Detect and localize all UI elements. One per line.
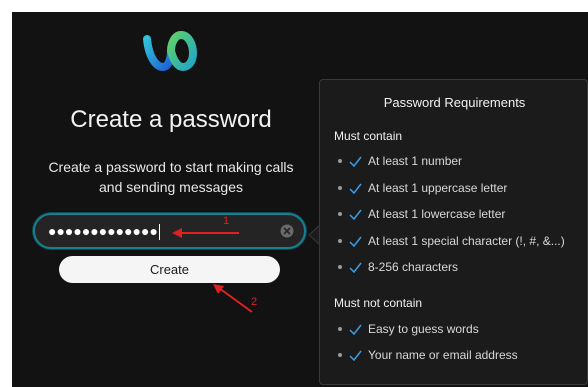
page-title: Create a password xyxy=(70,106,272,133)
requirement-item: At least 1 special character (!, #, &...… xyxy=(338,232,586,250)
check-icon xyxy=(349,324,362,335)
must-not-contain-heading: Must not contain xyxy=(334,296,423,310)
requirement-text: At least 1 special character (!, #, &...… xyxy=(368,234,565,248)
check-icon xyxy=(349,183,362,194)
password-value: ●●●●●●●●●●●●● xyxy=(48,223,158,239)
password-value-wrap: ●●●●●●●●●●●●● xyxy=(48,221,160,241)
check-icon xyxy=(349,262,362,273)
requirement-item: At least 1 uppercase letter xyxy=(338,179,586,197)
requirement-item: At least 1 lowercase letter xyxy=(338,205,586,223)
bullet xyxy=(338,327,342,331)
clear-circle-icon[interactable] xyxy=(280,224,294,238)
create-button[interactable]: Create xyxy=(59,256,280,283)
create-password-window: Create a password Create a password to s… xyxy=(12,12,588,387)
webex-logo-icon xyxy=(143,30,198,72)
bullet xyxy=(338,353,342,357)
check-icon xyxy=(349,236,362,247)
check-icon xyxy=(349,209,362,220)
check-icon xyxy=(349,350,362,361)
requirement-item: 8-256 characters xyxy=(338,258,586,276)
bullet xyxy=(338,239,342,243)
requirement-item: Easy to guess words xyxy=(338,320,586,338)
bullet xyxy=(338,159,342,163)
requirement-text: At least 1 uppercase letter xyxy=(368,181,508,195)
text-caret xyxy=(158,224,160,241)
subtitle-line-1: Create a password to start making calls xyxy=(48,159,294,175)
requirements-title: Password Requirements xyxy=(383,95,526,110)
bullet xyxy=(338,265,342,269)
annotation-label-1: 1 xyxy=(223,215,230,227)
bullet xyxy=(338,186,342,190)
requirement-text: At least 1 lowercase letter xyxy=(368,207,506,221)
password-input[interactable]: ●●●●●●●●●●●●● xyxy=(33,213,306,249)
annotation-label-2: 2 xyxy=(251,296,258,308)
requirement-item: Your name or email address xyxy=(338,346,586,364)
requirement-text: At least 1 number xyxy=(368,154,463,168)
annotation-arrow-2 xyxy=(213,284,253,313)
must-contain-heading: Must contain xyxy=(334,129,403,143)
requirement-item: At least 1 number xyxy=(338,152,586,170)
requirement-text: 8-256 characters xyxy=(368,260,459,274)
subtitle-line-2: and sending messages xyxy=(99,179,243,195)
requirement-text: Your name or email address xyxy=(368,348,518,362)
check-icon xyxy=(349,156,362,167)
bullet xyxy=(338,212,342,216)
requirement-text: Easy to guess words xyxy=(368,322,479,336)
page-subtitle: Create a password to start making calls … xyxy=(36,157,306,197)
password-requirements-panel: Password Requirements Must contain At le… xyxy=(319,79,588,385)
